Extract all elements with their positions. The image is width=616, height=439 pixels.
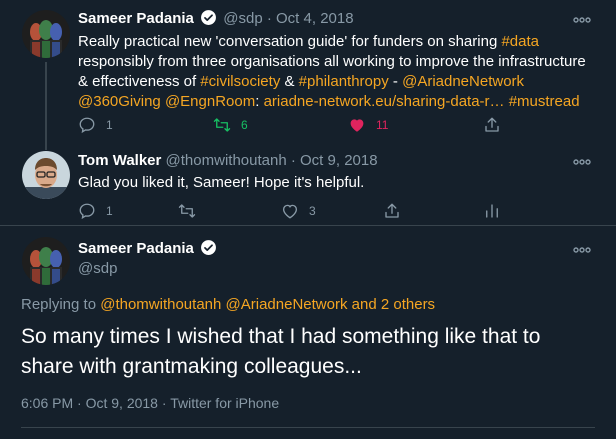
- tweet-link[interactable]: #philanthropy: [299, 73, 389, 90]
- reply-count: 1: [106, 118, 113, 132]
- mention-link[interactable]: @thomwithoutanh: [100, 296, 221, 313]
- tweet-header: Tom Walker @thomwithoutanh · Oct 9, 2018: [78, 151, 378, 171]
- tweet-link[interactable]: #data: [501, 33, 539, 50]
- avatar-sameer[interactable]: [22, 10, 70, 58]
- like-count: 11: [376, 118, 389, 132]
- author-name[interactable]: Sameer Padania: [78, 10, 194, 27]
- avatar-tom[interactable]: [22, 151, 70, 199]
- tweet-3-focused: Sameer Padania @sdp Replying to @thomwit…: [0, 226, 616, 439]
- like-count: 3: [309, 204, 316, 218]
- replying-to: Replying to @thomwithoutanh @AriadneNetw…: [21, 295, 435, 315]
- reply-icon: [79, 117, 95, 134]
- author-handle[interactable]: @sdp: [78, 259, 117, 279]
- tweet-time[interactable]: 6:06 PM: [21, 395, 73, 411]
- verified-badge-icon: [201, 10, 217, 25]
- tweet-link[interactable]: @360Giving: [78, 93, 161, 110]
- reply-button[interactable]: 1: [78, 116, 113, 134]
- verified-badge-icon: [201, 240, 217, 255]
- reply-icon: [79, 203, 95, 220]
- heart-filled-icon: [350, 119, 364, 132]
- share-icon: [385, 203, 399, 218]
- tweet-link[interactable]: @AriadneNetwork: [402, 73, 524, 90]
- tweet-text: Glad you liked it, Sameer! Hope it's hel…: [78, 174, 365, 191]
- focused-tweet-text: So many times I wished that I had someth…: [21, 322, 601, 382]
- share-button[interactable]: [383, 202, 401, 220]
- more-options-icon[interactable]: [572, 156, 592, 168]
- tweet-date[interactable]: Oct 9, 2018: [86, 395, 158, 411]
- heart-icon: [282, 204, 298, 219]
- tweet-header: Sameer Padania @sdp · Oct 4, 2018: [78, 9, 354, 29]
- reply-button[interactable]: 1: [78, 202, 113, 220]
- tweet-text-segment: :: [255, 93, 264, 110]
- retweet-count: 6: [241, 118, 248, 132]
- avatar-sameer[interactable]: [22, 237, 70, 285]
- author-handle[interactable]: @thomwithoutanh: [166, 152, 287, 169]
- like-button[interactable]: 11: [348, 116, 388, 134]
- thread-line: [45, 146, 47, 150]
- author-name[interactable]: Tom Walker: [78, 152, 161, 169]
- separator-dot: ·: [266, 10, 272, 27]
- tweet-source[interactable]: Twitter for iPhone: [170, 395, 279, 411]
- retweet-icon: [213, 118, 231, 132]
- tweet-link[interactable]: @EngnRoom: [165, 93, 255, 110]
- like-button[interactable]: 3: [281, 202, 316, 220]
- tweet-1[interactable]: Sameer Padania @sdp · Oct 4, 2018 Really…: [0, 0, 616, 146]
- replying-and: and: [347, 296, 381, 313]
- tweet-text-segment: -: [388, 73, 403, 90]
- tweet-actions: 1 6 11: [78, 116, 578, 136]
- share-button[interactable]: [483, 116, 501, 134]
- mention-link[interactable]: @AriadneNetwork: [226, 296, 348, 313]
- tweet-2[interactable]: Tom Walker @thomwithoutanh · Oct 9, 2018…: [0, 146, 616, 224]
- tweet-text-line: share with grantmaking colleagues...: [21, 355, 362, 378]
- replying-label: Replying to: [21, 296, 101, 313]
- thread-line: [45, 62, 47, 146]
- tweet-text: Really practical new 'conversation guide…: [78, 32, 588, 112]
- tweet-actions: 1 3: [78, 202, 578, 222]
- more-options-icon[interactable]: [572, 244, 592, 256]
- tweet-link[interactable]: #mustread: [509, 93, 580, 110]
- separator-dot: ·: [290, 152, 296, 169]
- divider: [21, 427, 595, 428]
- tweet-text-segment: Really practical new 'conversation guide…: [78, 33, 502, 50]
- author-handle[interactable]: @sdp: [223, 10, 262, 27]
- retweet-button[interactable]: [178, 202, 196, 220]
- author-name[interactable]: Sameer Padania: [78, 240, 194, 257]
- tweet-text-line: So many times I wished that I had someth…: [21, 325, 541, 348]
- retweet-icon: [178, 204, 196, 218]
- tweet-header: Sameer Padania: [78, 239, 219, 259]
- tweet-date[interactable]: Oct 4, 2018: [276, 10, 354, 27]
- tweet-link[interactable]: #civilsociety: [200, 73, 280, 90]
- separator-dot: ·: [77, 395, 82, 411]
- more-options-icon[interactable]: [572, 14, 592, 26]
- tweet-metadata: 6:06 PM · Oct 9, 2018 · Twitter for iPho…: [21, 393, 279, 413]
- share-icon: [485, 117, 499, 132]
- separator-dot: ·: [161, 395, 167, 411]
- analytics-icon: [486, 204, 498, 218]
- others-link[interactable]: 2 others: [381, 296, 435, 313]
- tweet-text-segment: &: [280, 73, 299, 90]
- reply-count: 1: [106, 204, 113, 218]
- tweet-link[interactable]: ariadne-network.eu/sharing-data-r…: [264, 93, 505, 110]
- retweet-button[interactable]: 6: [213, 116, 248, 134]
- analytics-button[interactable]: [483, 202, 501, 220]
- tweet-date[interactable]: Oct 9, 2018: [300, 152, 378, 169]
